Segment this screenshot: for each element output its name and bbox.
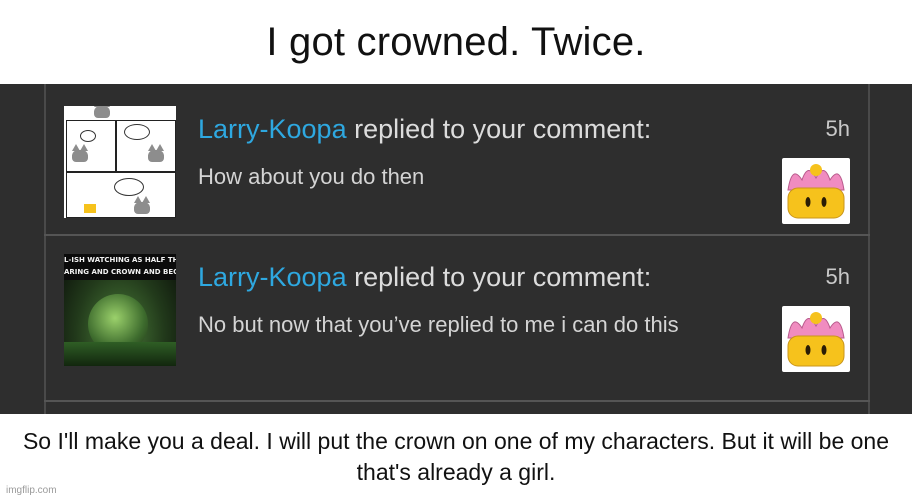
notification-panel: Larry-Koopa replied to your comment: 5h … [0, 84, 912, 414]
username-link[interactable]: Larry-Koopa [198, 262, 347, 292]
thumbnail-table [64, 342, 176, 366]
comment-text: No but now that you’ve replied to me i c… [198, 312, 679, 337]
notification-item[interactable]: Larry-Koopa replied to your comment: 5h … [46, 88, 868, 236]
username-link[interactable]: Larry-Koopa [198, 114, 347, 144]
super-crown-icon [782, 158, 850, 224]
super-crown-icon [782, 306, 850, 372]
notification-action: replied to your comment: [346, 114, 652, 144]
tiny-crown-icon [84, 204, 96, 213]
comment-text: How about you do then [198, 164, 425, 189]
bottom-caption: So I'll make you a deal. I will put the … [22, 428, 890, 485]
notification-action: replied to your comment: [346, 262, 652, 292]
notification-time: 5h [825, 116, 850, 141]
notification-title: Larry-Koopa replied to your comment: [198, 114, 651, 145]
panel-rail-right [868, 84, 870, 414]
top-caption: I got crowned. Twice. [266, 19, 646, 64]
comic-thumbnail[interactable] [64, 106, 176, 218]
notification-time: 5h [825, 264, 850, 289]
notification-item[interactable]: L-ISH WATCHING AS HALF THE S ARING AND C… [46, 236, 868, 384]
video-thumbnail[interactable]: L-ISH WATCHING AS HALF THE S ARING AND C… [64, 254, 176, 366]
thumbnail-caption: L-ISH WATCHING AS HALF THE S ARING AND C… [64, 254, 176, 280]
notification-title: Larry-Koopa replied to your comment: [198, 262, 651, 293]
watermark: imgflip.com [6, 485, 57, 496]
row-divider [44, 400, 870, 402]
